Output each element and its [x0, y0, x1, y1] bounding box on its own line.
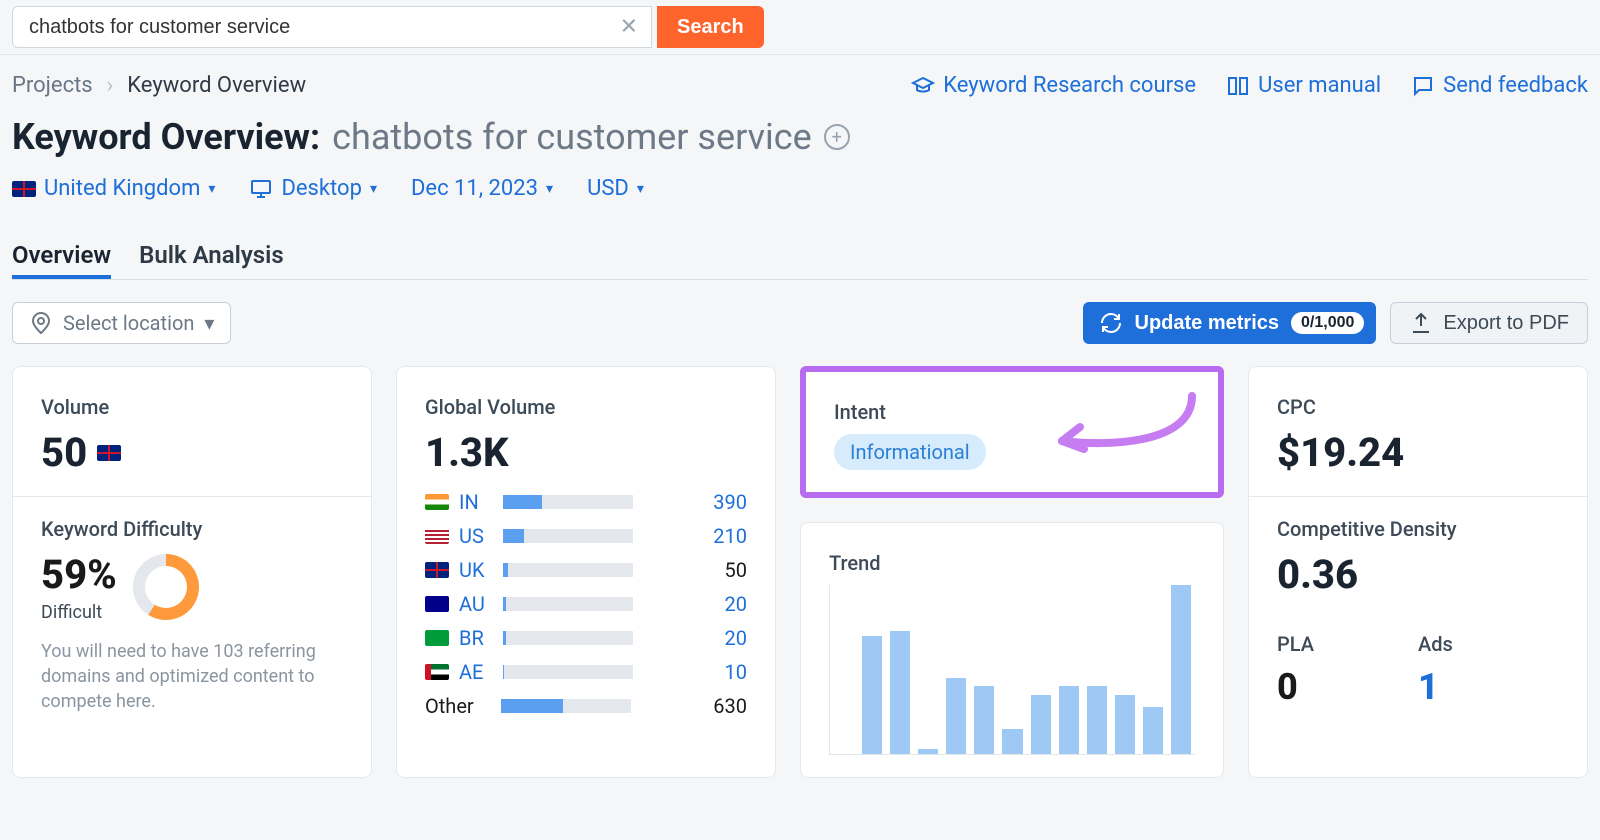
- update-metrics-button[interactable]: Update metrics 0/1,000: [1083, 302, 1377, 344]
- feedback-link[interactable]: Send feedback: [1411, 73, 1588, 98]
- add-keyword-button[interactable]: +: [824, 124, 850, 150]
- keyword-text: chatbots for customer service: [332, 116, 812, 158]
- kd-title: Keyword Difficulty: [41, 517, 343, 541]
- tab-bulk-analysis[interactable]: Bulk Analysis: [139, 231, 284, 279]
- breadcrumb-current: Keyword Overview: [127, 73, 306, 98]
- cpc-title: CPC: [1277, 395, 1559, 419]
- clear-icon[interactable]: ✕: [620, 15, 638, 40]
- chevron-down-icon: ▾: [546, 181, 553, 197]
- export-pdf-button[interactable]: Export to PDF: [1390, 302, 1588, 344]
- global-volume-row: AE 10: [425, 660, 747, 684]
- country-code[interactable]: US: [459, 524, 493, 548]
- volume-bar: [501, 699, 631, 713]
- volume-row-value[interactable]: 390: [713, 490, 747, 514]
- volume-bar: [503, 563, 633, 577]
- flag-icon: [425, 562, 449, 578]
- global-volume-card: Global Volume 1.3K IN 390 US 210 UK 50 AU 20 BR 2…: [396, 366, 776, 778]
- country-code[interactable]: UK: [459, 558, 493, 582]
- flag-icon: [425, 528, 449, 544]
- global-volume-value: 1.3K: [425, 429, 747, 476]
- volume-row-value: 630: [713, 694, 747, 718]
- global-volume-row: IN 390: [425, 490, 747, 514]
- volume-row-value[interactable]: 20: [725, 626, 747, 650]
- volume-row-value: 50: [725, 558, 747, 582]
- chevron-down-icon: ▾: [370, 181, 377, 197]
- volume-value: 50: [41, 429, 87, 476]
- chevron-right-icon: ›: [107, 73, 114, 98]
- cd-value: 0.36: [1277, 551, 1559, 598]
- annotation-arrow-icon: [1042, 386, 1202, 466]
- graduation-icon: [911, 74, 935, 98]
- intent-card: Intent Informational: [800, 366, 1224, 498]
- kd-label: Difficult: [41, 602, 117, 623]
- device-filter[interactable]: Desktop▾: [249, 176, 377, 201]
- search-button[interactable]: Search: [657, 6, 764, 48]
- country-code[interactable]: IN: [459, 490, 493, 514]
- trend-chart: [829, 585, 1195, 755]
- cpc-card: CPC $19.24 Competitive Density 0.36 PLA 0…: [1248, 366, 1588, 778]
- chevron-down-icon: ▾: [637, 181, 644, 197]
- chevron-down-icon: ▾: [208, 181, 215, 197]
- refresh-icon: [1099, 311, 1123, 335]
- kd-value: 59%: [41, 551, 117, 598]
- update-badge: 0/1,000: [1291, 312, 1364, 334]
- currency-filter[interactable]: USD▾: [587, 176, 644, 201]
- trend-card: Trend: [800, 522, 1224, 778]
- select-location[interactable]: Select location▾: [12, 302, 231, 344]
- ads-title: Ads: [1418, 632, 1559, 656]
- flag-icon: [425, 596, 449, 612]
- flag-icon: [425, 494, 449, 510]
- kd-donut-chart: [133, 554, 199, 620]
- chevron-down-icon: ▾: [204, 311, 214, 335]
- volume-bar: [503, 597, 633, 611]
- flag-icon: [425, 630, 449, 646]
- country-code[interactable]: BR: [459, 626, 493, 650]
- country-filter[interactable]: United Kingdom▾: [12, 176, 215, 201]
- chat-icon: [1411, 74, 1435, 98]
- volume-row-value[interactable]: 210: [713, 524, 747, 548]
- tab-overview[interactable]: Overview: [12, 231, 111, 279]
- global-volume-other: Other630: [425, 694, 747, 718]
- volume-card: Volume 50 Keyword Difficulty 59% Difficu…: [12, 366, 372, 778]
- pla-title: PLA: [1277, 632, 1418, 656]
- breadcrumb: Projects › Keyword Overview: [12, 73, 306, 98]
- volume-title: Volume: [41, 395, 343, 419]
- flag-uk-icon: [12, 181, 36, 197]
- manual-link[interactable]: User manual: [1226, 73, 1381, 98]
- flag-icon: [425, 664, 449, 680]
- pla-value: 0: [1277, 666, 1418, 708]
- cd-title: Competitive Density: [1277, 517, 1559, 541]
- volume-bar: [503, 665, 633, 679]
- upload-icon: [1409, 311, 1433, 335]
- volume-row-value[interactable]: 20: [725, 592, 747, 616]
- volume-bar: [503, 495, 633, 509]
- global-volume-row: BR 20: [425, 626, 747, 650]
- intent-title: Intent: [834, 400, 1190, 424]
- global-volume-title: Global Volume: [425, 395, 747, 419]
- global-volume-row: AU 20: [425, 592, 747, 616]
- trend-title: Trend: [829, 551, 1195, 575]
- course-link[interactable]: Keyword Research course: [911, 73, 1196, 98]
- intent-value: Informational: [834, 434, 986, 470]
- volume-bar: [503, 631, 633, 645]
- book-icon: [1226, 74, 1250, 98]
- desktop-icon: [249, 177, 273, 201]
- page-title: Keyword Overview:: [12, 116, 320, 158]
- country-code[interactable]: AE: [459, 660, 493, 684]
- kd-hint: You will need to have 103 referring doma…: [41, 639, 343, 715]
- global-volume-row: US 210: [425, 524, 747, 548]
- flag-uk-icon: [97, 445, 121, 461]
- search-input[interactable]: [12, 6, 652, 48]
- cpc-value: $19.24: [1277, 429, 1559, 476]
- ads-value[interactable]: 1: [1418, 666, 1559, 708]
- volume-bar: [503, 529, 633, 543]
- breadcrumb-root[interactable]: Projects: [12, 73, 93, 98]
- global-volume-row: UK 50: [425, 558, 747, 582]
- volume-row-value[interactable]: 10: [725, 660, 747, 684]
- country-code[interactable]: AU: [459, 592, 493, 616]
- pin-icon: [29, 311, 53, 335]
- date-filter[interactable]: Dec 11, 2023▾: [411, 176, 553, 201]
